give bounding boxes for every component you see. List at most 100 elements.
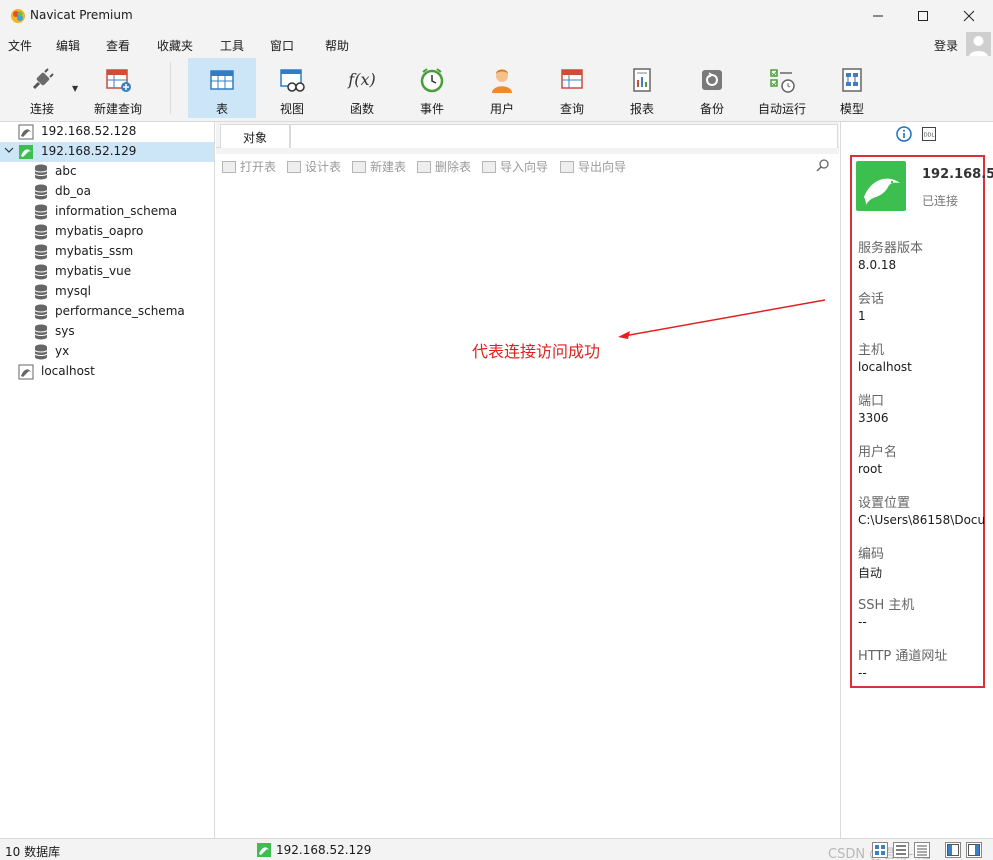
menu-window[interactable]: 窗口 xyxy=(270,37,294,54)
query-label: 查询 xyxy=(559,102,584,116)
database-icon xyxy=(34,204,48,220)
table-icon xyxy=(210,70,234,90)
new-table-icon xyxy=(352,161,366,173)
tree-database[interactable]: db_oa xyxy=(0,182,214,202)
new-table-button[interactable]: 新建表 xyxy=(352,158,406,175)
grid-view-button[interactable] xyxy=(872,842,888,858)
title-bar: Navicat Premium xyxy=(0,0,993,32)
open-table-button[interactable]: 打开表 xyxy=(222,158,276,175)
tree-database[interactable]: mybatis_vue xyxy=(0,262,214,282)
ddl-icon[interactable]: DDL xyxy=(921,126,937,142)
connection-title: 192.168.5 xyxy=(922,167,993,182)
menu-tools[interactable]: 工具 xyxy=(220,37,244,54)
menu-help[interactable]: 帮助 xyxy=(325,37,349,54)
field-label: 主机 xyxy=(858,343,885,358)
login-link[interactable]: 登录 xyxy=(934,37,958,54)
table-button[interactable]: 表 xyxy=(188,58,256,118)
new-query-button[interactable]: 新建查询 xyxy=(84,58,152,118)
mysql-connection-active-icon xyxy=(257,843,271,857)
export-wizard-button[interactable]: 导出向导 xyxy=(560,158,626,175)
database-name: db_oa xyxy=(55,184,91,198)
menu-edit[interactable]: 编辑 xyxy=(56,37,80,54)
tree-database[interactable]: mysql xyxy=(0,282,214,302)
connect-dropdown-icon[interactable]: ▼ xyxy=(72,84,78,93)
menu-file[interactable]: 文件 xyxy=(8,37,32,54)
backup-button[interactable]: 备份 xyxy=(678,58,746,118)
field-value: -- xyxy=(858,615,867,629)
tab-strip: 对象 xyxy=(216,122,839,148)
tree-connection-selected[interactable]: 192.168.52.129 xyxy=(0,142,214,162)
tree-database[interactable]: yx xyxy=(0,342,214,362)
maximize-button[interactable] xyxy=(900,0,946,32)
object-list-area[interactable] xyxy=(216,178,839,838)
connect-button[interactable]: 连接 xyxy=(8,58,76,118)
field-value: root xyxy=(858,462,883,476)
search-icon[interactable] xyxy=(816,158,830,172)
delete-table-button[interactable]: 删除表 xyxy=(417,158,471,175)
connection-tree: 192.168.52.128 192.168.52.129 abc db_oa … xyxy=(0,122,215,838)
info-icon[interactable] xyxy=(896,126,912,142)
tree-database[interactable]: mybatis_ssm xyxy=(0,242,214,262)
field-label: 编码 xyxy=(858,547,885,562)
close-button[interactable] xyxy=(946,0,992,32)
database-icon xyxy=(34,344,48,360)
tab-objects[interactable]: 对象 xyxy=(220,124,290,148)
tree-database[interactable]: performance_schema xyxy=(0,302,214,322)
open-table-label: 打开表 xyxy=(240,160,277,174)
window-title: Navicat Premium xyxy=(30,8,133,22)
database-icon xyxy=(34,284,48,300)
menu-favorites[interactable]: 收藏夹 xyxy=(157,37,193,54)
new-query-label: 新建查询 xyxy=(93,102,142,116)
database-name: sys xyxy=(55,324,75,338)
field-value: -- xyxy=(858,666,867,680)
field-value: C:\Users\86158\Docu xyxy=(858,513,986,527)
info-panel: DDL 192.168.5 已连接 服务器版本 8.0.18 会话 1 主机 l… xyxy=(840,122,993,838)
object-pane: 对象 打开表 设计表 新建表 删除表 导入向导 导出向导 xyxy=(216,122,839,838)
schedule-button[interactable]: 自动运行 xyxy=(748,58,816,118)
view-button[interactable]: 视图 xyxy=(258,58,326,118)
detail-view-button[interactable] xyxy=(914,842,930,858)
export-wizard-label: 导出向导 xyxy=(578,160,627,174)
database-icon xyxy=(34,184,48,200)
database-icon xyxy=(34,324,48,340)
design-table-button[interactable]: 设计表 xyxy=(287,158,341,175)
list-view-button[interactable] xyxy=(893,842,909,858)
database-name: mybatis_vue xyxy=(55,264,132,278)
tree-connection[interactable]: localhost xyxy=(0,362,214,382)
view-icon xyxy=(280,69,305,92)
toggle-sidebar-button[interactable] xyxy=(945,842,961,858)
query-icon xyxy=(561,69,583,89)
plug-icon xyxy=(32,68,54,90)
chevron-down-icon[interactable] xyxy=(4,145,14,158)
status-bar: 10 数据库 192.168.52.129 CSDN @君易--鑨 xyxy=(0,838,993,860)
toggle-info-button[interactable] xyxy=(966,842,982,858)
database-icon xyxy=(34,244,48,260)
menu-bar: 文件 编辑 查看 收藏夹 工具 窗口 帮助 登录 xyxy=(0,32,993,56)
close-icon xyxy=(963,10,975,22)
tree-database[interactable]: abc xyxy=(0,162,214,182)
avatar[interactable] xyxy=(966,32,991,57)
event-button[interactable]: 事件 xyxy=(398,58,466,118)
import-wizard-button[interactable]: 导入向导 xyxy=(482,158,548,175)
view-label: 视图 xyxy=(279,102,304,116)
model-button[interactable]: 模型 xyxy=(818,58,886,118)
field-label: SSH 主机 xyxy=(858,598,915,613)
user-button[interactable]: 用户 xyxy=(468,58,536,118)
clock-icon xyxy=(420,68,444,93)
field-label: 端口 xyxy=(858,394,885,409)
function-button[interactable]: f(x) 函数 xyxy=(328,58,396,118)
object-toolbar: 打开表 设计表 新建表 删除表 导入向导 导出向导 xyxy=(216,154,839,178)
model-label: 模型 xyxy=(839,102,864,116)
report-button[interactable]: 报表 xyxy=(608,58,676,118)
mysql-logo-icon xyxy=(864,178,900,205)
query-button[interactable]: 查询 xyxy=(538,58,606,118)
minimize-button[interactable] xyxy=(855,0,901,32)
tree-database[interactable]: mybatis_oapro xyxy=(0,222,214,242)
delete-table-icon xyxy=(417,161,431,173)
tree-database[interactable]: information_schema xyxy=(0,202,214,222)
database-icon xyxy=(34,304,48,320)
menu-view[interactable]: 查看 xyxy=(106,37,130,54)
new-table-label: 新建表 xyxy=(370,160,407,174)
tree-database[interactable]: sys xyxy=(0,322,214,342)
tree-connection[interactable]: 192.168.52.128 xyxy=(0,122,214,142)
